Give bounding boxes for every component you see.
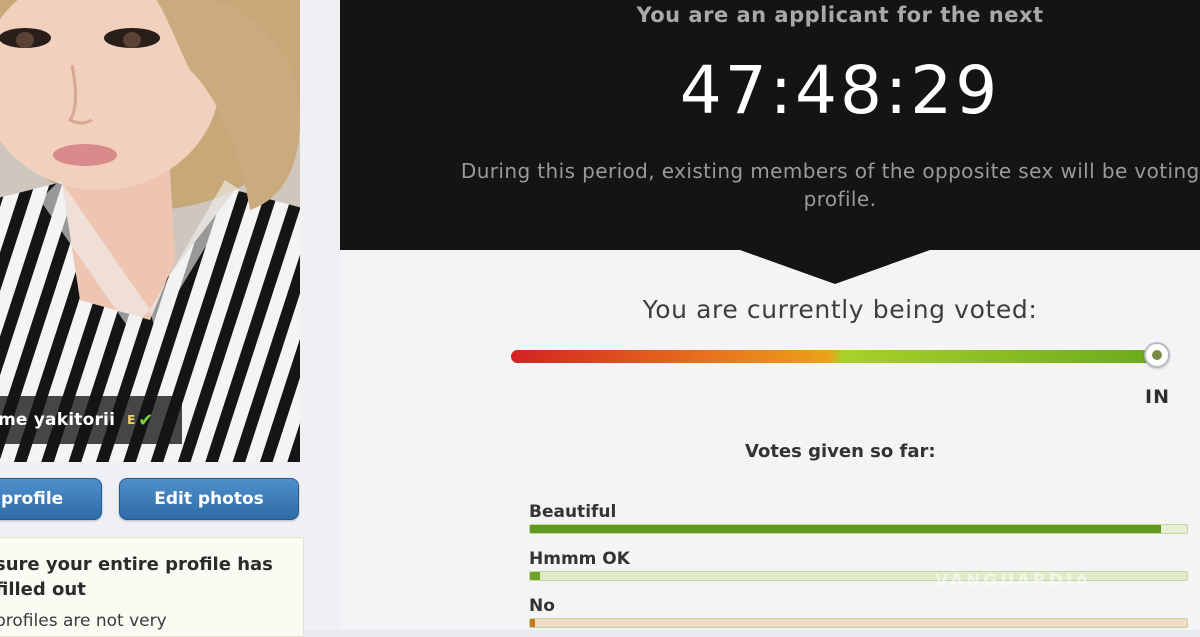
vote-bar-fill (530, 619, 536, 627)
verified-check-icon: ✔ (138, 409, 154, 431)
voting-period-text: During this period, existing members of … (340, 157, 1200, 213)
watermark-text: VANGUARDIA (935, 571, 1092, 591)
vote-row: No (529, 596, 1189, 628)
vote-label: Hmmm OK (529, 549, 630, 569)
profile-sidebar: me yakitorii E ✔ profile Edit photos sur… (0, 0, 340, 637)
profile-photo[interactable]: me yakitorii E ✔ (0, 0, 300, 462)
portrait-illustration (0, 0, 300, 462)
vote-row: Beautiful (529, 502, 1189, 534)
vote-bar-track (529, 524, 1188, 534)
tip-body: profiles are not very (0, 611, 167, 631)
period-text-line-2: profile. (803, 187, 877, 211)
applicant-text: You are an applicant for the next (636, 3, 1044, 27)
vote-meter (511, 350, 1161, 363)
countdown-timer: 47:48:29 (679, 52, 1001, 129)
profile-button[interactable]: profile (0, 478, 102, 520)
period-text-line-1: During this period, existing members of … (460, 159, 1200, 183)
vote-bar-fill (530, 572, 540, 580)
vote-meter-knob (1144, 342, 1170, 368)
vote-bar-track (529, 618, 1188, 628)
down-arrow-pointer (740, 250, 930, 284)
vote-bar-fill (530, 525, 1161, 533)
profile-name: me yakitorii (0, 410, 116, 430)
votes-given-heading: Votes given so far: (745, 441, 936, 462)
profile-name-bar: me yakitorii E ✔ (0, 396, 182, 444)
verification-badge: E (127, 413, 136, 427)
countdown-box: You are an applicant for the next 47:48:… (340, 0, 1200, 250)
vote-label: Beautiful (529, 502, 617, 522)
tip-title: sure your entire profile has filled out (0, 554, 273, 600)
vote-label: No (529, 596, 555, 616)
voting-status-heading: You are currently being voted: (642, 295, 1038, 324)
voting-panel: You are an applicant for the next 47:48:… (340, 0, 1200, 630)
vote-status-label: IN (1145, 386, 1170, 408)
edit-photos-button[interactable]: Edit photos (119, 478, 299, 520)
profile-tip-box: sure your entire profile has filled out … (0, 537, 304, 637)
